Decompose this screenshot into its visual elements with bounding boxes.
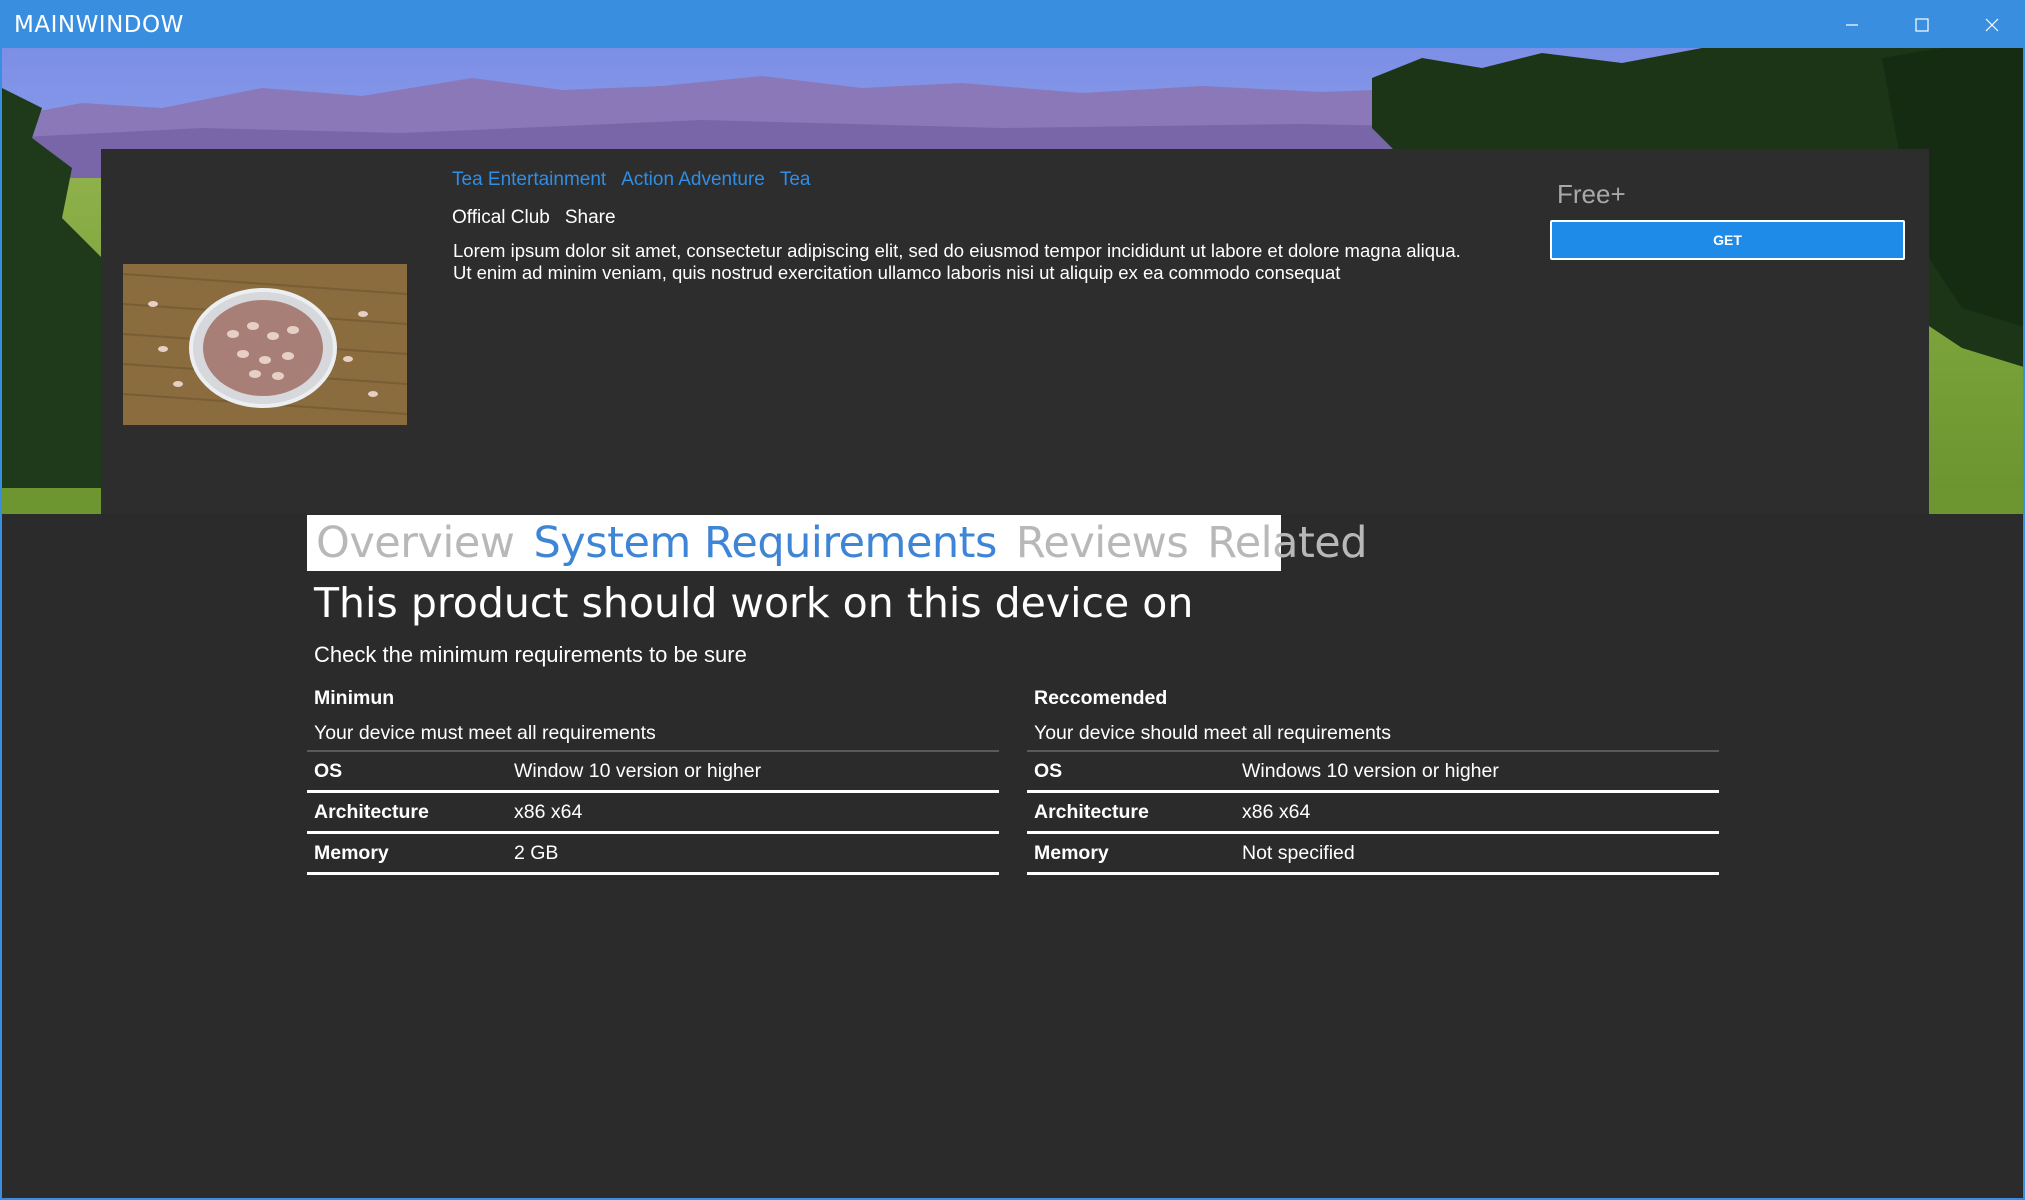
window-title: MAINWINDOW [14,12,184,38]
recommended-title: Reccomended [1034,687,1168,709]
table-row: OS Windows 10 version or higher [1027,752,1719,793]
tab-system-requirements[interactable]: System Requirements [533,518,997,568]
tab-overview[interactable]: Overview [316,518,515,568]
requirements-subheading: Check the minimum requirements to be sur… [314,642,747,667]
maximize-icon [1915,18,1929,32]
minimum-subtitle: Your device must meet all requirements [307,714,999,752]
product-links: Offical Club Share [452,207,616,229]
minimum-requirements: Minimun Your device must meet all requir… [307,682,999,875]
main-window: MAINWINDOW Tea Entertainment Action Adve… [0,0,2025,1200]
recommended-subtitle: Your device should meet all requirements [1027,714,1719,752]
requirement-key: OS [1034,759,1063,782]
product-thumbnail [123,264,407,425]
close-icon [1985,18,1999,32]
product-description: Lorem ipsum dolor sit amet, consectetur … [453,240,1461,283]
recommended-requirements: Reccomended Your device should meet all … [1027,682,1719,875]
table-row: Memory Not specified [1027,834,1719,875]
category-link-action-adventure[interactable]: Action Adventure [621,169,765,191]
table-row: Architecture x86 x64 [1027,793,1719,834]
requirement-key: Memory [1034,841,1109,864]
title-bar[interactable]: MAINWINDOW [2,2,2023,48]
maximize-button[interactable] [1887,2,1957,48]
table-row: Memory 2 GB [307,834,999,875]
requirement-value: Windows 10 version or higher [1242,759,1499,782]
table-row: OS Window 10 version or higher [307,752,999,793]
beans-bowl-image [123,264,407,425]
category-link-tea-entertainment[interactable]: Tea Entertainment [452,169,606,191]
category-link-tea[interactable]: Tea [780,169,811,191]
requirement-key: Architecture [314,800,429,823]
requirements-heading: This product should work on this device … [314,579,1194,627]
requirement-key: Memory [314,841,389,864]
close-button[interactable] [1957,2,2025,48]
product-card: Tea Entertainment Action Adventure Tea O… [101,149,1929,514]
minimize-button[interactable] [1817,2,1887,48]
minimum-title: Minimun [314,687,395,709]
requirement-key: Architecture [1034,800,1149,823]
requirement-value: 2 GB [514,841,559,864]
tab-related[interactable]: Related [1207,518,1367,568]
category-links: Tea Entertainment Action Adventure Tea [452,169,811,191]
requirement-value: x86 x64 [514,800,583,823]
hero-banner: Tea Entertainment Action Adventure Tea O… [2,48,2023,514]
minimize-icon [1846,24,1858,26]
share-link[interactable]: Share [565,207,616,229]
table-row: Architecture x86 x64 [307,793,999,834]
get-button[interactable]: GET [1550,220,1905,260]
official-club-link[interactable]: Offical Club [452,207,550,229]
tab-reviews[interactable]: Reviews [1016,518,1189,568]
product-price: Free+ [1557,179,1626,209]
requirement-key: OS [314,759,343,782]
requirement-value: Not specified [1242,841,1355,864]
requirement-value: x86 x64 [1242,800,1311,823]
section-tabs: Overview System Requirements Reviews Rel… [307,515,1368,571]
requirement-value: Window 10 version or higher [514,759,762,782]
